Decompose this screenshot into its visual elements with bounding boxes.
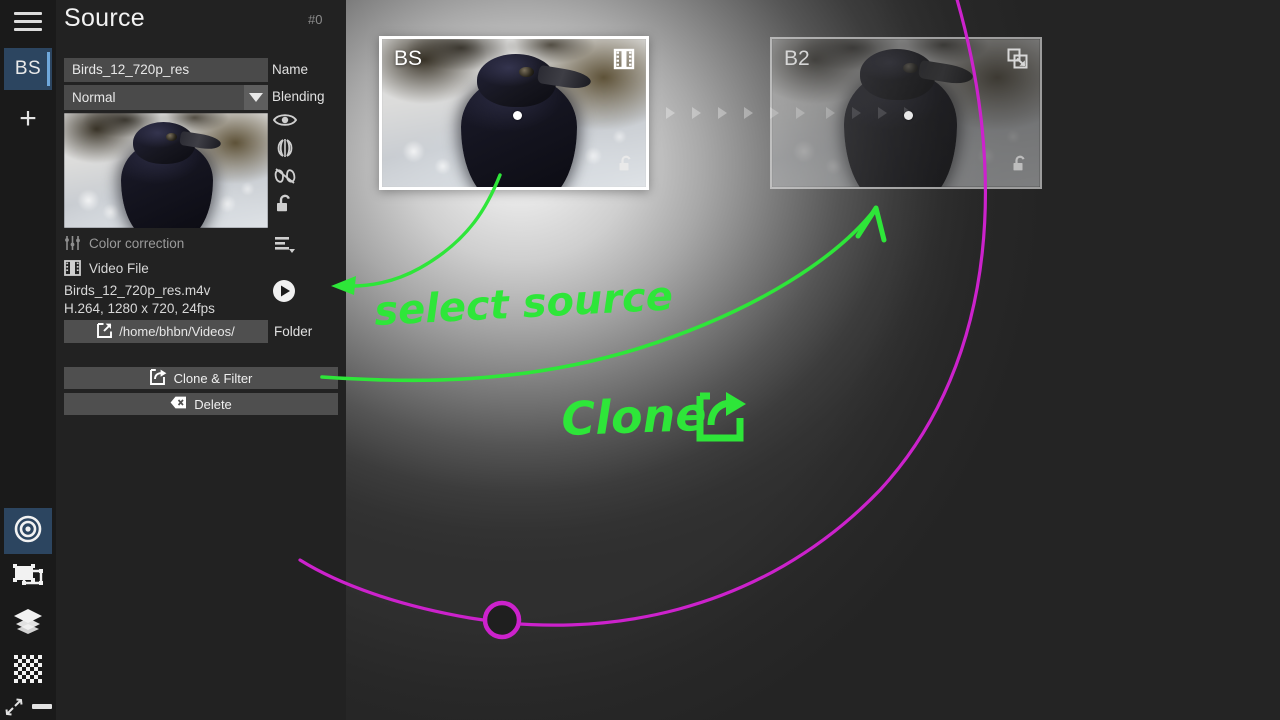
add-source-button[interactable]: + xyxy=(0,100,56,138)
stage-panel-clone[interactable]: B2 xyxy=(770,37,1042,189)
application-window: BS B2 BS + Source #0 Birds_12_720p_res N… xyxy=(0,0,1280,720)
blending-label: Blending xyxy=(272,89,325,104)
sidebar-tab-bs[interactable]: BS xyxy=(4,48,52,90)
transform-frame-icon xyxy=(13,562,43,593)
clone-and-filter-label: Clone & Filter xyxy=(173,370,253,386)
stage-panel-label-b2: B2 xyxy=(784,47,810,70)
rail-tool-transform[interactable] xyxy=(4,554,52,600)
folder-label: Folder xyxy=(274,324,313,339)
source-preview-thumbnail[interactable] xyxy=(64,113,268,228)
rail-tool-checker[interactable] xyxy=(4,648,52,694)
blending-selected-value: Normal xyxy=(72,90,116,105)
video-file-row: Video File xyxy=(64,260,149,276)
name-label: Name xyxy=(272,62,309,77)
layers-stack-icon xyxy=(13,607,43,640)
add-source-label: + xyxy=(19,102,37,135)
blending-select[interactable]: Normal xyxy=(64,85,268,110)
rail-tool-target[interactable] xyxy=(4,508,52,554)
flip-mirror-icon[interactable] xyxy=(272,136,298,160)
film-strip-small-icon xyxy=(64,260,81,276)
preview-stage[interactable]: BS B2 xyxy=(346,0,1280,720)
name-row xyxy=(64,58,268,82)
open-folder-button[interactable]: /home/bhbn/Videos/ xyxy=(64,320,268,343)
stage-panel-label-bs: BS xyxy=(394,47,423,70)
source-name-input[interactable] xyxy=(64,58,268,82)
page-title: Source xyxy=(64,4,146,32)
chevron-down-icon[interactable] xyxy=(244,85,268,110)
clone-copy-icon[interactable] xyxy=(1006,47,1030,76)
source-center-handle[interactable] xyxy=(513,111,522,120)
folder-path-text: /home/bhbn/Videos/ xyxy=(119,324,235,339)
delete-backspace-icon xyxy=(170,396,187,412)
clone-and-filter-button[interactable]: Clone & Filter xyxy=(64,367,338,389)
unlink-chain-icon[interactable] xyxy=(272,164,298,188)
color-correction-row[interactable]: Color correction xyxy=(64,235,184,251)
sidebar-tab-label: BS xyxy=(14,58,42,79)
tool-rail: BS + xyxy=(0,0,56,720)
unlock-icon-clone[interactable] xyxy=(1010,154,1030,179)
rail-tool-layers[interactable] xyxy=(4,600,52,646)
target-icon xyxy=(13,514,43,549)
delete-label: Delete xyxy=(194,396,232,412)
unlock-icon-source[interactable] xyxy=(616,154,636,179)
sliders-icon xyxy=(64,235,81,251)
hamburger-menu-icon[interactable] xyxy=(14,12,42,34)
clone-center-handle[interactable] xyxy=(904,111,913,120)
source-file-name: Birds_12_720p_res.m4v xyxy=(64,283,211,298)
external-link-icon xyxy=(97,322,113,341)
list-menu-icon[interactable] xyxy=(272,232,298,256)
source-properties-sidebar: BS + Source #0 Birds_12_720p_res Name No… xyxy=(0,0,346,720)
color-correction-label: Color correction xyxy=(89,236,185,251)
unlock-padlock-icon[interactable] xyxy=(272,192,298,216)
blending-row: Normal xyxy=(64,85,268,110)
delete-button[interactable]: Delete xyxy=(64,393,338,415)
stage-panel-source[interactable]: BS xyxy=(379,36,649,190)
film-strip-icon[interactable] xyxy=(612,47,636,76)
sidebar-tab-accent xyxy=(47,52,50,86)
visibility-eye-icon[interactable] xyxy=(272,108,298,132)
share-export-icon xyxy=(149,368,167,388)
source-file-specs: H.264, 1280 x 720, 24fps xyxy=(64,301,215,316)
collapse-arrows-icon[interactable] xyxy=(5,698,23,720)
minimize-dash-icon[interactable] xyxy=(32,704,52,709)
checkerboard-icon xyxy=(14,654,42,688)
source-index-badge: #0 xyxy=(308,12,323,27)
play-button-icon[interactable] xyxy=(272,279,296,303)
video-file-label: Video File xyxy=(89,261,149,276)
